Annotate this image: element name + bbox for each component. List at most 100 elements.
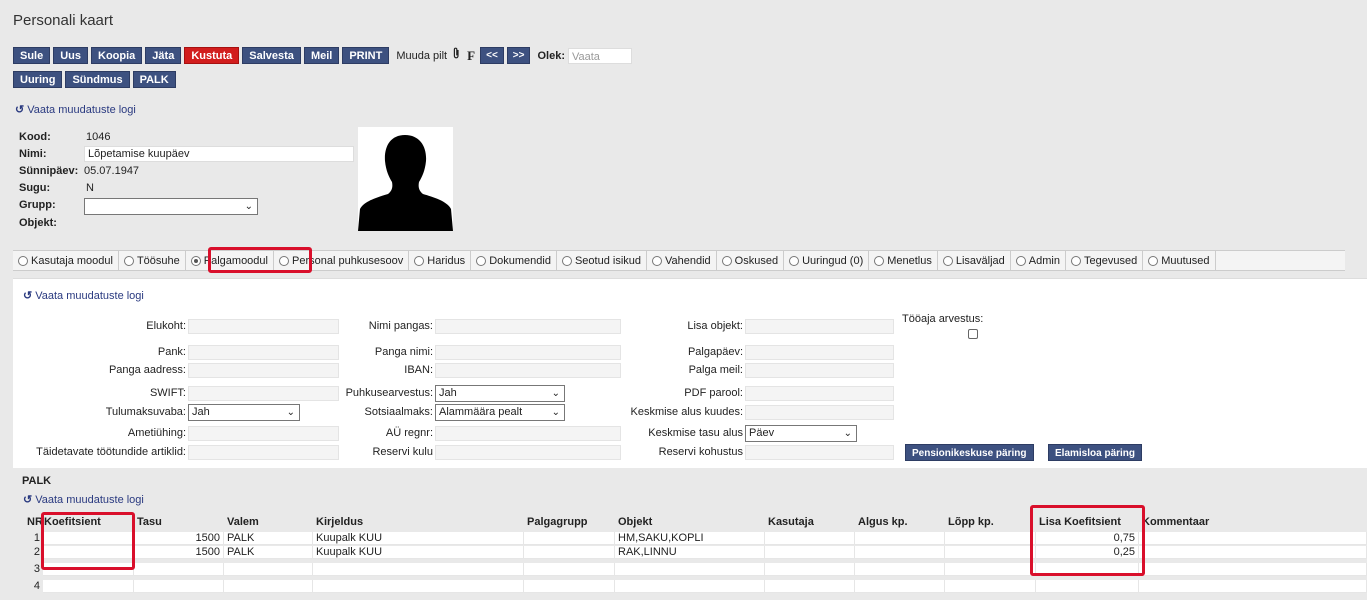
name-input[interactable]: Lõpetamise kuupäev	[84, 146, 354, 162]
kirjeldus-cell[interactable]: Kuupalk KUU	[313, 546, 524, 559]
lopp-cell[interactable]	[945, 532, 1036, 545]
tab-vahendid[interactable]: Vahendid	[647, 251, 717, 270]
kasutaja-cell[interactable]	[765, 546, 855, 559]
mail-button[interactable]: Meil	[303, 47, 340, 64]
print-button[interactable]: PRINT	[342, 47, 390, 64]
view-log-link-palk[interactable]: ↺ Vaata muudatuste logi	[23, 493, 144, 506]
kommentaar-cell[interactable]	[1139, 546, 1367, 559]
lopp-cell[interactable]	[945, 563, 1036, 576]
sotsiaalmaks-select[interactable]: Alammäära pealt ⌄	[435, 404, 565, 421]
lopp-cell[interactable]	[945, 580, 1036, 593]
panga-nimi-input[interactable]	[435, 345, 621, 360]
kirjeldus-cell[interactable]	[313, 580, 524, 593]
lopp-cell[interactable]	[945, 546, 1036, 559]
lisa-objekt-input[interactable]	[745, 319, 894, 334]
pdf-parool-input[interactable]	[745, 386, 894, 401]
save-button[interactable]: Salvesta	[242, 47, 301, 64]
palgagrupp-cell[interactable]	[524, 546, 615, 559]
tab-uuringud[interactable]: Uuringud (0)	[784, 251, 870, 270]
kasutaja-cell[interactable]	[765, 563, 855, 576]
algus-cell[interactable]	[855, 580, 945, 593]
tab-oskused[interactable]: Oskused	[717, 251, 785, 270]
valem-cell[interactable]: PALK	[224, 532, 313, 545]
objekt-cell[interactable]	[615, 563, 765, 576]
tab-lisavaljad[interactable]: Lisaväljad	[938, 251, 1011, 270]
tasu-cell[interactable]	[134, 580, 224, 593]
tab-label: Seotud isikud	[574, 254, 641, 267]
uuring-button[interactable]: Uuring	[13, 71, 63, 88]
new-button[interactable]: Uus	[53, 47, 89, 64]
tab-seotud-isikud[interactable]: Seotud isikud	[557, 251, 647, 270]
palk-button[interactable]: PALK	[132, 71, 176, 88]
delete-button[interactable]: Kustuta	[184, 47, 240, 64]
close-button[interactable]: Sule	[13, 47, 51, 64]
discard-button[interactable]: Jäta	[145, 47, 182, 64]
radio-icon	[652, 255, 662, 266]
view-log-link-top[interactable]: ↺ Vaata muudatuste logi	[15, 103, 136, 116]
tab-menetlus[interactable]: Menetlus	[869, 251, 938, 270]
group-select[interactable]: ⌄	[84, 198, 258, 215]
kirjeldus-cell[interactable]: Kuupalk KUU	[313, 532, 524, 545]
tab-kasutaja-moodul[interactable]: Kasutaja moodul	[13, 251, 119, 270]
au-regnr-input[interactable]	[435, 426, 621, 441]
paperclip-icon[interactable]	[450, 47, 462, 64]
tab-toosuhe[interactable]: Töösuhe	[119, 251, 186, 270]
elamisloa-button[interactable]: Elamisloa päring	[1048, 444, 1143, 461]
tasu-cell[interactable]: 1500	[134, 546, 224, 559]
palga-meil-input[interactable]	[745, 363, 894, 378]
palgagrupp-cell[interactable]	[524, 532, 615, 545]
tooaja-arvestus-checkbox[interactable]	[968, 329, 978, 339]
kirjeldus-cell[interactable]	[313, 563, 524, 576]
reservi-kulu-input[interactable]	[435, 445, 621, 460]
kommentaar-cell[interactable]	[1139, 580, 1367, 593]
tab-dokumendid[interactable]: Dokumendid	[471, 251, 557, 270]
algus-cell[interactable]	[855, 532, 945, 545]
kasutaja-cell[interactable]	[765, 580, 855, 593]
profile-photo[interactable]	[358, 127, 453, 231]
kommentaar-cell[interactable]	[1139, 532, 1367, 545]
tulumaksuvaba-select[interactable]: Jah ⌄	[188, 404, 300, 421]
pensionikeskuse-button[interactable]: Pensionikeskuse päring	[905, 444, 1034, 461]
status-field[interactable]: Vaata	[568, 47, 632, 64]
keskmise-alus-input[interactable]	[745, 405, 894, 420]
puhkusearvestus-select[interactable]: Jah ⌄	[435, 385, 565, 402]
elukoht-input[interactable]	[188, 319, 339, 334]
algus-cell[interactable]	[855, 563, 945, 576]
copy-button[interactable]: Koopia	[91, 47, 143, 64]
tab-admin[interactable]: Admin	[1011, 251, 1066, 270]
prev-button[interactable]: <<	[480, 47, 504, 64]
keskmise-tasu-select[interactable]: Päev ⌄	[745, 425, 857, 442]
change-picture-link[interactable]: Muuda pilt	[396, 50, 447, 62]
tab-muutused[interactable]: Muutused	[1143, 251, 1216, 270]
koef-cell[interactable]	[43, 580, 134, 593]
lisa-koef-cell[interactable]	[1036, 580, 1139, 593]
palgapaev-input[interactable]	[745, 345, 894, 360]
tasu-cell[interactable]	[134, 563, 224, 576]
objekt-cell[interactable]	[615, 580, 765, 593]
tasu-cell[interactable]: 1500	[134, 532, 224, 545]
reservi-kohustus-input[interactable]	[745, 445, 894, 460]
palgagrupp-cell[interactable]	[524, 563, 615, 576]
swift-input[interactable]	[188, 386, 339, 401]
kommentaar-cell[interactable]	[1139, 563, 1367, 576]
f-button[interactable]: F	[465, 47, 477, 64]
palgagrupp-cell[interactable]	[524, 580, 615, 593]
taidetavate-input[interactable]	[188, 445, 339, 460]
nimi-pangas-input[interactable]	[435, 319, 621, 334]
valem-cell[interactable]	[224, 580, 313, 593]
tab-haridus[interactable]: Haridus	[409, 251, 472, 270]
algus-cell[interactable]	[855, 546, 945, 559]
panga-aadress-input[interactable]	[188, 363, 339, 378]
tab-tegevused[interactable]: Tegevused	[1066, 251, 1144, 270]
kasutaja-cell[interactable]	[765, 532, 855, 545]
ametiyhing-input[interactable]	[188, 426, 339, 441]
iban-input[interactable]	[435, 363, 621, 378]
pank-input[interactable]	[188, 345, 339, 360]
syndmus-button[interactable]: Sündmus	[65, 71, 130, 88]
next-button[interactable]: >>	[506, 47, 531, 64]
valem-cell[interactable]	[224, 563, 313, 576]
objekt-cell[interactable]: RAK,LINNU	[615, 546, 765, 559]
objekt-cell[interactable]: HM,SAKU,KOPLI	[615, 532, 765, 545]
valem-cell[interactable]: PALK	[224, 546, 313, 559]
view-log-link-panel[interactable]: ↺ Vaata muudatuste logi	[23, 289, 144, 302]
